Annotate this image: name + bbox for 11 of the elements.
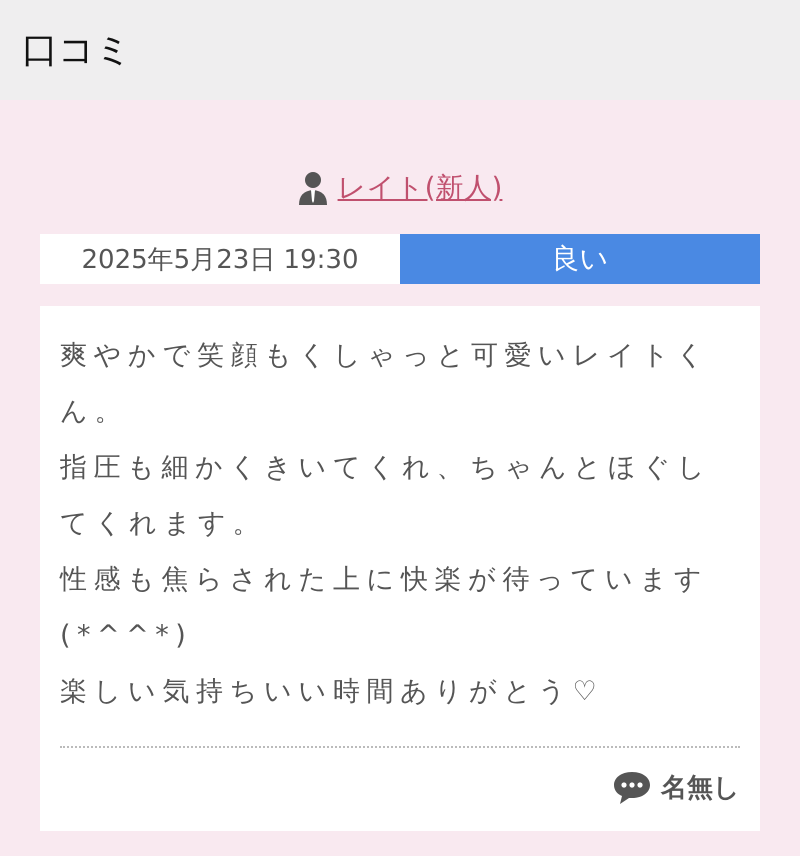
review-paragraph: 楽しい気持ちいい時間ありがとう♡	[60, 675, 604, 709]
rating-label: 良い	[400, 234, 760, 284]
author-name: 名無し	[661, 772, 740, 805]
page-title: 口コミ	[22, 28, 132, 72]
review-paragraph: 爽やかで笑顔もくしゃっと可愛いレイトくん。	[60, 339, 712, 429]
staff-link[interactable]: レイト(新人)	[338, 169, 502, 207]
speech-bubble-icon	[613, 770, 651, 804]
review-paragraph: 性感も焦らされた上に快楽が待っています(*^^*)	[60, 563, 710, 653]
review-paragraph: 指圧も細かくきいてくれ、ちゃんとほぐしてくれます。	[60, 451, 712, 541]
person-icon	[298, 171, 328, 205]
review-date: 2025年5月23日 19:30	[40, 234, 400, 284]
